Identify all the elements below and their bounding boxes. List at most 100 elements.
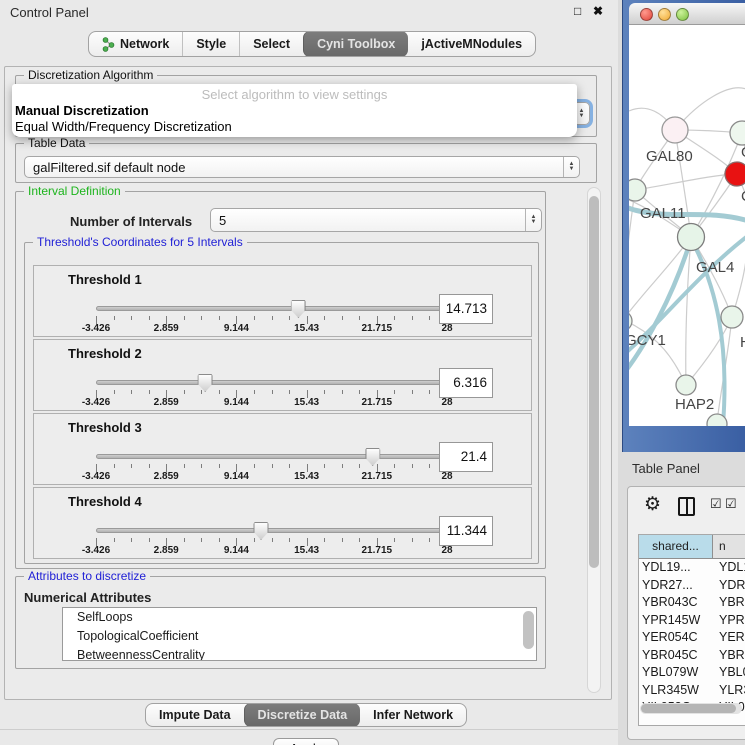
- attribute-list-item[interactable]: TopologicalCoefficient: [63, 627, 536, 646]
- popup-placeholder: Select algorithm to view settings: [12, 86, 577, 103]
- apply-button[interactable]: Apply: [273, 738, 339, 745]
- node-h[interactable]: [721, 306, 743, 328]
- slider-tick-labels: -3.4262.8599.14415.4321.71528: [96, 545, 447, 557]
- threshold-2-panel: Threshold 2 -3.4262.8599.14415.4321.7152…: [33, 339, 532, 411]
- threshold-2-label: Threshold 2: [68, 346, 142, 361]
- tab-style[interactable]: Style: [182, 32, 239, 56]
- tab-jactivemnodules[interactable]: jActiveMNodules: [408, 32, 535, 56]
- node-label: GAL4: [696, 259, 734, 276]
- table-row[interactable]: YBL079WYBL0: [639, 664, 745, 682]
- control-panel-titlebar: Control Panel □ ✖: [0, 0, 618, 24]
- stepper-arrows-icon: ▲▼: [563, 157, 579, 177]
- thresholds-group-title: Threshold's Coordinates for 5 Intervals: [33, 235, 247, 249]
- column-header-name[interactable]: n: [713, 535, 745, 558]
- threshold-1-slider[interactable]: [96, 306, 447, 311]
- table-data-select[interactable]: galFiltered.sif default node ▲▼: [24, 156, 580, 178]
- popup-option-equal-width[interactable]: Equal Width/Frequency Discretization: [12, 119, 577, 135]
- node-label: H: [740, 334, 745, 351]
- node-gal4[interactable]: [678, 224, 705, 251]
- table-row[interactable]: YER054CYER0: [639, 629, 745, 647]
- threshold-4-label: Threshold 4: [68, 494, 142, 509]
- slider-tick-labels: -3.4262.8599.14415.4321.71528: [96, 323, 447, 335]
- threshold-2-value-field[interactable]: 6.316: [439, 368, 493, 398]
- table-panel-title: Table Panel: [632, 461, 700, 476]
- table-row[interactable]: YBR043CYBR0: [639, 594, 745, 612]
- cyni-toolbox-panel: Discretization Algorithm ▲▼ Table Data g…: [4, 66, 612, 700]
- threshold-4-panel: Threshold 4 -3.4262.8599.14415.4321.7152…: [33, 487, 532, 559]
- table-horizontal-scrollbar[interactable]: [640, 703, 742, 714]
- network-window-titlebar[interactable]: [629, 3, 745, 25]
- threshold-3-slider[interactable]: [96, 454, 447, 459]
- node-hap2[interactable]: [676, 375, 696, 395]
- tab-select[interactable]: Select: [239, 32, 303, 56]
- minimize-traffic-light-icon[interactable]: [658, 8, 671, 21]
- float-icon[interactable]: □: [574, 4, 581, 18]
- table-header-row: shared... n: [639, 535, 745, 559]
- threshold-4-slider[interactable]: [96, 528, 447, 533]
- network-window: GAL80 G GAL11 GAL4 GCY1 H HAP2 C: [622, 0, 745, 452]
- app-root: Control Panel □ ✖ Network Style Select C…: [0, 0, 745, 745]
- tab-impute-data[interactable]: Impute Data: [146, 704, 244, 726]
- node-label: HAP2: [675, 396, 714, 413]
- zoom-traffic-light-icon[interactable]: [676, 8, 689, 21]
- stepper-arrows-icon: ▲▼: [525, 209, 541, 231]
- right-region: GAL80 G GAL11 GAL4 GCY1 H HAP2 C Table P…: [618, 0, 745, 745]
- column-header-shared-name[interactable]: shared...: [639, 535, 713, 558]
- table-row[interactable]: YBR045CYBR0: [639, 647, 745, 665]
- table-row[interactable]: YLR345WYLR3: [639, 682, 745, 700]
- list-scrollbar-thumb[interactable]: [523, 611, 534, 649]
- network-icon: [102, 37, 115, 52]
- panel-scrollbar-thumb[interactable]: [589, 196, 599, 568]
- close-traffic-light-icon[interactable]: [640, 8, 653, 21]
- attributes-group: Attributes to discretize Numerical Attri…: [15, 576, 546, 669]
- control-panel-title: Control Panel: [10, 5, 89, 20]
- threshold-3-value-field[interactable]: 21.4: [439, 442, 493, 472]
- algorithm-dropdown-popup: Select algorithm to view settings Manual…: [12, 84, 577, 137]
- discretization-group-title: Discretization Algorithm: [24, 68, 157, 82]
- divider: [0, 729, 618, 730]
- slider-tick-labels: -3.4262.8599.14415.4321.71528: [96, 471, 447, 483]
- table-data-value: galFiltered.sif default node: [25, 160, 563, 175]
- node-label: C: [741, 188, 745, 205]
- number-of-intervals-select[interactable]: 5 ▲▼: [210, 208, 542, 232]
- table-row[interactable]: YDL19...YDL1: [639, 559, 745, 577]
- attribute-list-item[interactable]: SelfLoops: [63, 608, 536, 627]
- split-columns-icon[interactable]: [678, 497, 695, 516]
- number-of-intervals-label: Number of Intervals: [70, 214, 192, 229]
- checkbox-checked-icon[interactable]: ☑: [725, 496, 737, 512]
- threshold-3-panel: Threshold 3 -3.4262.8599.14415.4321.7152…: [33, 413, 532, 485]
- numerical-attributes-heading: Numerical Attributes: [24, 590, 151, 605]
- numerical-attributes-list[interactable]: SelfLoopsTopologicalCoefficientBetweenne…: [62, 607, 537, 661]
- gear-icon[interactable]: ⚙: [644, 493, 661, 516]
- node-gal80[interactable]: [662, 117, 688, 143]
- threshold-4-value-field[interactable]: 11.344: [439, 516, 493, 546]
- node-label: GAL11: [640, 205, 686, 222]
- tab-cyni-toolbox[interactable]: Cyni Toolbox: [303, 31, 408, 57]
- close-icon[interactable]: ✖: [593, 4, 603, 18]
- popup-option-manual[interactable]: Manual Discretization: [12, 103, 577, 119]
- checkbox-checked-icon[interactable]: ☑: [710, 496, 722, 512]
- node-gcy1[interactable]: [629, 311, 632, 331]
- table-data-group-title: Table Data: [24, 136, 89, 150]
- threshold-2-slider[interactable]: [96, 380, 447, 385]
- tab-network[interactable]: Network: [89, 32, 182, 56]
- node-table: shared... n YDL19...YDL1YDR27...YDR2YBR0…: [638, 534, 745, 726]
- table-horizontal-scrollbar-thumb[interactable]: [641, 704, 736, 713]
- node-gal11[interactable]: [629, 179, 646, 201]
- table-row[interactable]: YPR145WYPR1: [639, 612, 745, 630]
- network-canvas[interactable]: GAL80 G GAL11 GAL4 GCY1 H HAP2 C: [629, 25, 745, 426]
- table-row[interactable]: YDR27...YDR2: [639, 577, 745, 595]
- tab-discretize-data[interactable]: Discretize Data: [244, 703, 361, 727]
- number-of-intervals-value: 5: [211, 213, 525, 228]
- threshold-1-label: Threshold 1: [68, 272, 142, 287]
- attribute-list-item[interactable]: BetweennessCentrality: [63, 646, 536, 661]
- panel-scrollbar[interactable]: [587, 187, 601, 693]
- network-graph: GAL80 G GAL11 GAL4 GCY1 H HAP2 C: [629, 25, 745, 426]
- node-selected-red[interactable]: [725, 162, 745, 186]
- threshold-1-value-field[interactable]: 14.713: [439, 294, 493, 324]
- threshold-1-panel: Threshold 1 -3.4262.8599.14415.4321.7152…: [33, 265, 532, 337]
- table-data-group: Table Data galFiltered.sif default node …: [15, 143, 597, 183]
- tab-infer-network[interactable]: Infer Network: [360, 704, 466, 726]
- tab-network-label: Network: [120, 37, 169, 51]
- node-partial-top-right[interactable]: [730, 121, 745, 145]
